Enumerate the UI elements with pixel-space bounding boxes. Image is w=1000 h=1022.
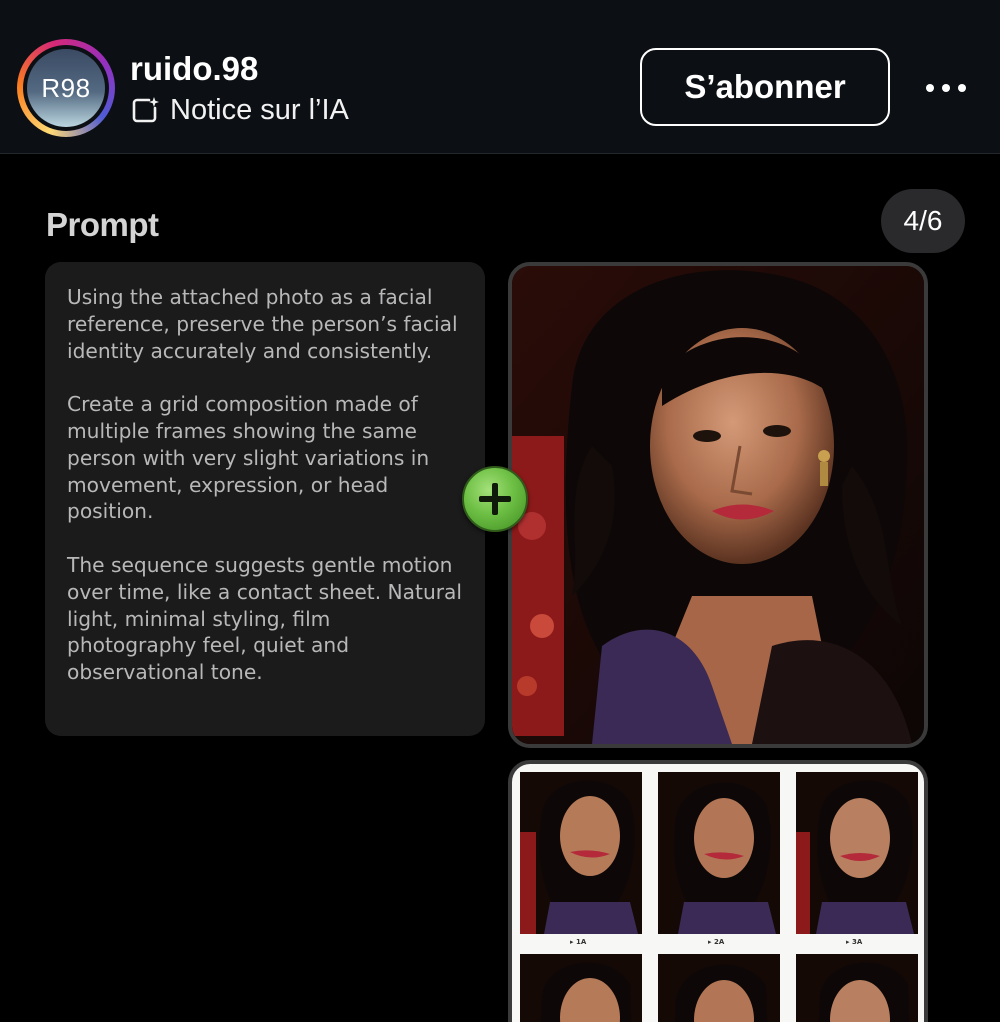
grid-label-3a: ▸ 3A [846, 938, 863, 946]
plus-circle-icon[interactable] [462, 466, 528, 532]
prompt-paragraph-3: The sequence suggests gentle motion over… [67, 552, 463, 685]
grid-label-1a: ▸ 1A [570, 938, 587, 946]
plus-icon [479, 483, 511, 515]
ai-notice-link[interactable]: Notice sur l’IA [130, 94, 349, 126]
prompt-paragraph-1: Using the attached photo as a facial ref… [67, 285, 458, 363]
prompt-paragraph-2: Create a grid composition made of multip… [67, 392, 430, 524]
grid-frame-3a [796, 772, 918, 934]
grid-frame-3b [796, 954, 918, 1022]
prompt-card: Using the attached photo as a facial ref… [45, 262, 485, 736]
contact-sheet-image: ▸ 1A ▸ 2A ▸ 3A [508, 760, 928, 1022]
grid-label-2a: ▸ 2A [708, 938, 725, 946]
grid-frame-2b [658, 954, 780, 1022]
avatar[interactable]: R98 [23, 45, 109, 131]
ai-label-icon [132, 97, 159, 123]
username[interactable]: ruido.98 [130, 50, 258, 88]
prompt-title: Prompt [46, 206, 159, 243]
reference-photo [508, 262, 928, 748]
avatar-image[interactable]: R98 [27, 49, 105, 127]
portrait-image [512, 266, 924, 744]
grid-frame-2a [658, 772, 780, 934]
follow-button[interactable]: S’abonner [640, 48, 890, 126]
story-ring[interactable]: R98 [17, 39, 115, 137]
ai-notice-label: Notice sur l’IA [170, 93, 349, 126]
post-header: R98 ruido.98 Notice sur l’IA S’abonner [0, 0, 1000, 154]
grid-frame-1b [520, 954, 642, 1022]
more-options-icon[interactable] [918, 72, 974, 104]
carousel-counter: 4/6 [881, 189, 965, 253]
grid-frame-1a [520, 772, 642, 934]
